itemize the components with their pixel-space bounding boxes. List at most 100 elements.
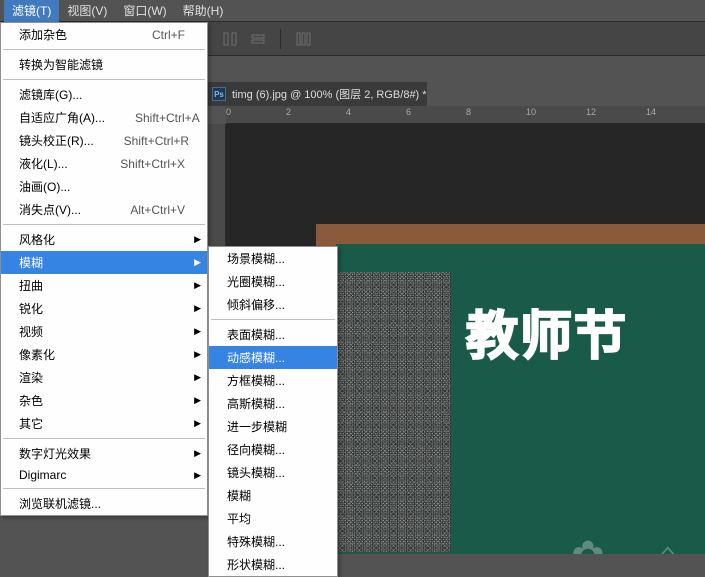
- menu-window[interactable]: 窗口(W): [115, 0, 174, 22]
- submenu-arrow-icon: ▶: [194, 234, 201, 245]
- menu-item-label: 进一步模糊: [227, 418, 287, 435]
- filter-menu-item[interactable]: 镜头校正(R)...Shift+Ctrl+R: [1, 129, 207, 152]
- menu-item-label: 高斯模糊...: [227, 395, 285, 412]
- menu-item-label: 消失点(V)...: [19, 201, 81, 218]
- blur-submenu-dropdown: 场景模糊... 光圈模糊... 倾斜偏移... 表面模糊... 动感模糊... 方框模糊.…: [208, 246, 338, 577]
- filter-menu-item[interactable]: 渲染 ▶: [1, 366, 207, 389]
- menu-item-label: 平均: [227, 510, 251, 527]
- blur-submenu-item[interactable]: 光圈模糊...: [209, 270, 337, 293]
- chalkboard-text: 教师节: [466, 294, 628, 369]
- menu-view[interactable]: 视图(V): [59, 0, 115, 22]
- submenu-arrow-icon: ▶: [194, 418, 201, 429]
- blur-submenu-item[interactable]: 表面模糊...: [209, 323, 337, 346]
- menu-item-label: 油画(O)...: [19, 178, 70, 195]
- filter-menu-item[interactable]: 视频 ▶: [1, 320, 207, 343]
- blur-submenu-item[interactable]: 场景模糊...: [209, 247, 337, 270]
- submenu-arrow-icon: ▶: [194, 349, 201, 360]
- menu-item-label: 视频: [19, 323, 43, 340]
- blur-submenu-item[interactable]: 镜头模糊...: [209, 461, 337, 484]
- menu-item-label: 特殊模糊...: [227, 533, 285, 550]
- filter-menu-item[interactable]: 其它 ▶: [1, 412, 207, 435]
- filter-menu-item[interactable]: 添加杂色 Ctrl+F: [1, 23, 207, 46]
- submenu-arrow-icon: ▶: [194, 257, 201, 268]
- blur-submenu-item[interactable]: 进一步模糊: [209, 415, 337, 438]
- menu-item-label: 滤镜库(G)...: [19, 86, 82, 103]
- menu-shortcut: Alt+Ctrl+V: [130, 203, 185, 217]
- filter-menu-item[interactable]: 油画(O)...: [1, 175, 207, 198]
- document-tab[interactable]: Ps timg (6).jpg @ 100% (图层 2, RGB/8#) *: [208, 82, 427, 106]
- ps-document-icon: Ps: [212, 87, 226, 101]
- menu-item-label: 动感模糊...: [227, 349, 285, 366]
- blur-submenu-item[interactable]: 模糊: [209, 484, 337, 507]
- filter-menu-item[interactable]: 转换为智能滤镜: [1, 53, 207, 76]
- filter-menu-item[interactable]: Digimarc▶: [1, 465, 207, 485]
- menu-item-label: 其它: [19, 415, 43, 432]
- canvas-content: 教师节 ✿ ⌂ ⬡: [316, 224, 705, 554]
- menu-item-label: 表面模糊...: [227, 326, 285, 343]
- filter-menu-item[interactable]: 风格化 ▶: [1, 228, 207, 251]
- filter-menu-item[interactable]: 数字灯光效果▶: [1, 442, 207, 465]
- menu-separator: [211, 319, 335, 320]
- noise-region: [336, 272, 451, 552]
- align-icon[interactable]: [248, 29, 268, 49]
- ruler-horizontal: 0246810121416: [226, 106, 705, 124]
- blur-submenu-item[interactable]: 倾斜偏移...: [209, 293, 337, 316]
- blur-submenu-item[interactable]: 动感模糊...: [209, 346, 337, 369]
- menu-shortcut: Shift+Ctrl+A: [135, 111, 200, 125]
- blur-submenu-item[interactable]: 平均: [209, 507, 337, 530]
- menu-item-label: 镜头模糊...: [227, 464, 285, 481]
- menu-item-label: 模糊: [227, 487, 251, 504]
- filter-menu-dropdown: 添加杂色 Ctrl+F 转换为智能滤镜滤镜库(G)... 自适应广角(A)...Shi…: [0, 22, 208, 516]
- blur-submenu-item[interactable]: 特殊模糊...: [209, 530, 337, 553]
- align-icon[interactable]: [220, 29, 240, 49]
- filter-menu-item[interactable]: 浏览联机滤镜...: [1, 492, 207, 515]
- distribute-icon[interactable]: [293, 29, 313, 49]
- filter-menu-item[interactable]: 锐化▶: [1, 297, 207, 320]
- filter-menu-item[interactable]: 像素化 ▶: [1, 343, 207, 366]
- menu-separator: [3, 79, 205, 80]
- menu-item-label: 扭曲: [19, 277, 43, 294]
- menu-item-label: 倾斜偏移...: [227, 296, 285, 313]
- menu-item-label: 光圈模糊...: [227, 273, 285, 290]
- submenu-arrow-icon: ▶: [194, 372, 201, 383]
- menu-separator: [3, 488, 205, 489]
- menu-shortcut: Ctrl+F: [152, 28, 185, 42]
- submenu-arrow-icon: ▶: [194, 280, 201, 291]
- menubar: 滤镜(T) 视图(V) 窗口(W) 帮助(H): [0, 0, 705, 22]
- menu-separator: [3, 224, 205, 225]
- blur-submenu-item[interactable]: 方框模糊...: [209, 369, 337, 392]
- menu-help[interactable]: 帮助(H): [175, 0, 232, 22]
- filter-menu-item[interactable]: 扭曲 ▶: [1, 274, 207, 297]
- filter-menu-item[interactable]: 消失点(V)... Alt+Ctrl+V: [1, 198, 207, 221]
- blur-submenu-item[interactable]: 形状模糊...: [209, 553, 337, 576]
- doodle-graphic: ✿ ⌂ ⬡: [571, 533, 705, 554]
- menu-item-label: 风格化: [19, 231, 55, 248]
- menu-item-label: 形状模糊...: [227, 556, 285, 573]
- menu-item-label: 转换为智能滤镜: [19, 56, 103, 73]
- menu-item-label: 场景模糊...: [227, 250, 285, 267]
- menu-separator: [3, 438, 205, 439]
- chalkboard-graphic: 教师节 ✿ ⌂ ⬡: [336, 244, 705, 554]
- filter-menu-item[interactable]: 滤镜库(G)...: [1, 83, 207, 106]
- filter-menu-item[interactable]: 杂色 ▶: [1, 389, 207, 412]
- menu-filter[interactable]: 滤镜(T): [4, 0, 59, 22]
- filter-menu-item[interactable]: 液化(L)... Shift+Ctrl+X: [1, 152, 207, 175]
- separator: [280, 29, 281, 49]
- blur-submenu-item[interactable]: 径向模糊...: [209, 438, 337, 461]
- submenu-arrow-icon: ▶: [194, 395, 201, 406]
- filter-menu-item[interactable]: 模糊 ▶: [1, 251, 207, 274]
- menu-item-label: 杂色: [19, 392, 43, 409]
- menu-item-label: 径向模糊...: [227, 441, 285, 458]
- menu-item-label: 液化(L)...: [19, 155, 68, 172]
- menu-item-label: Digimarc: [19, 468, 66, 482]
- menu-item-label: 模糊: [19, 254, 43, 271]
- menu-shortcut: Shift+Ctrl+X: [120, 157, 185, 171]
- submenu-arrow-icon: ▶: [194, 326, 201, 337]
- menu-item-label: 像素化: [19, 346, 55, 363]
- menu-item-label: 添加杂色: [19, 26, 67, 43]
- menu-item-label: 渲染: [19, 369, 43, 386]
- menu-item-label: 浏览联机滤镜...: [19, 495, 101, 512]
- submenu-arrow-icon: ▶: [194, 448, 201, 459]
- filter-menu-item[interactable]: 自适应广角(A)...Shift+Ctrl+A: [1, 106, 207, 129]
- blur-submenu-item[interactable]: 高斯模糊...: [209, 392, 337, 415]
